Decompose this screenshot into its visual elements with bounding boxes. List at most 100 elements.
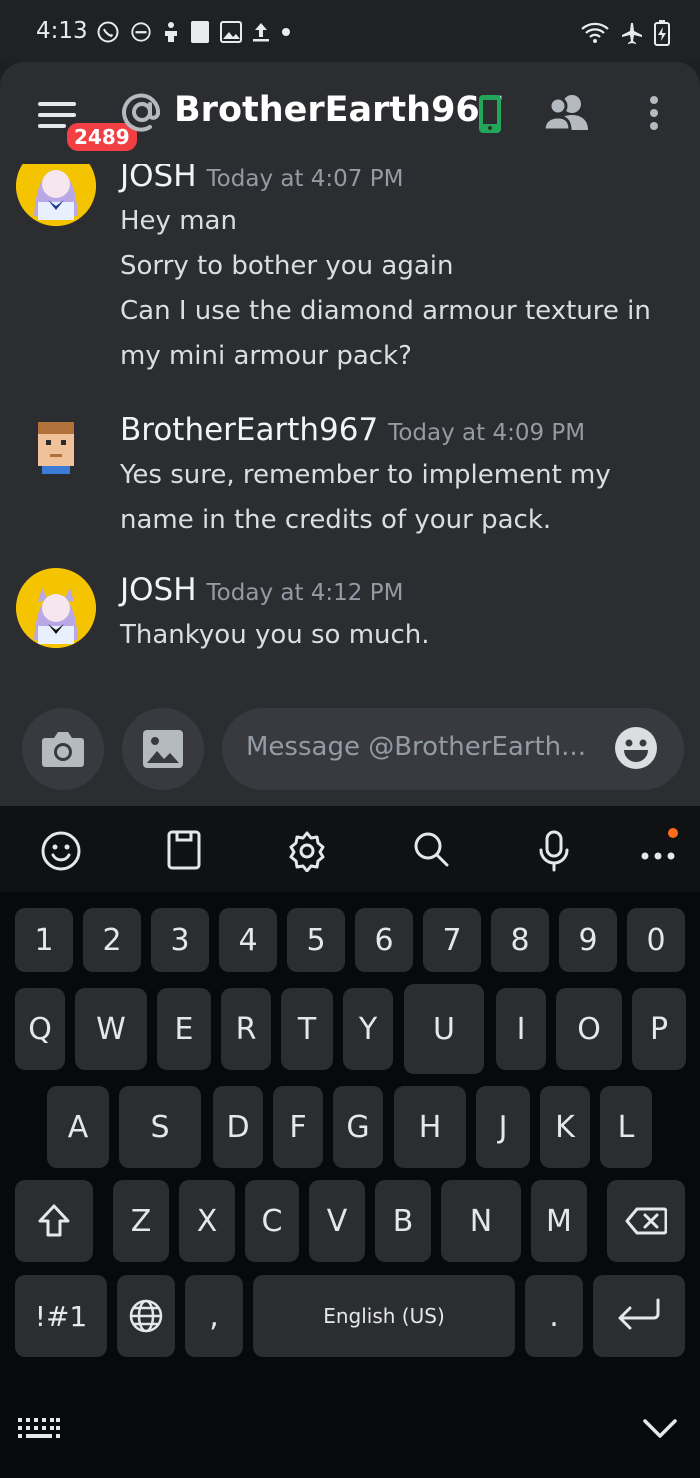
search-icon <box>414 832 449 867</box>
key-1[interactable]: 1 <box>15 908 73 972</box>
keyboard-grid-icon <box>18 1418 60 1438</box>
gallery-icon <box>220 21 242 43</box>
dnd-icon <box>131 22 151 42</box>
enter-arrow-icon <box>618 1298 660 1330</box>
avatar[interactable] <box>16 568 96 648</box>
message-line: Yes sure, remember to implement my <box>120 460 611 490</box>
key-z[interactable]: Z <box>113 1180 169 1262</box>
key-v[interactable]: V <box>309 1180 365 1262</box>
key-b[interactable]: B <box>375 1180 431 1262</box>
shift-key[interactable] <box>15 1180 93 1262</box>
message-line: Sorry to bother you again <box>120 251 454 281</box>
vertical-dots-icon <box>650 96 658 130</box>
status-bar: 4:13 <box>0 0 700 62</box>
key-0[interactable]: 0 <box>627 908 685 972</box>
image-icon <box>143 730 183 768</box>
key-j[interactable]: J <box>476 1086 530 1168</box>
key-8[interactable]: 8 <box>491 908 549 972</box>
key-q[interactable]: Q <box>15 988 65 1070</box>
message-author[interactable]: JOSH Today at 4:07 PM <box>120 164 403 194</box>
status-time: 4:13 <box>36 18 88 44</box>
keyboard-switch-button[interactable] <box>18 1418 60 1444</box>
status-system-icons <box>580 20 670 46</box>
message-composer: Message @BrotherEarth... <box>0 700 700 806</box>
avatar[interactable] <box>16 408 96 488</box>
key-t[interactable]: T <box>281 988 333 1070</box>
message-timestamp: Today at 4:12 PM <box>206 580 404 606</box>
backspace-key[interactable] <box>607 1180 685 1262</box>
key-3[interactable]: 3 <box>151 908 209 972</box>
key-e[interactable]: E <box>157 988 211 1070</box>
comma-key[interactable]: , <box>185 1275 243 1357</box>
keyboard-search-button[interactable] <box>412 830 450 872</box>
key-f[interactable]: F <box>273 1086 323 1168</box>
keyboard-more-button[interactable] <box>640 846 676 865</box>
key-c[interactable]: C <box>245 1180 299 1262</box>
key-g[interactable]: G <box>333 1086 383 1168</box>
smiley-icon <box>615 727 657 769</box>
key-l[interactable]: L <box>600 1086 652 1168</box>
key-n[interactable]: N <box>441 1180 521 1262</box>
message-line: Can I use the diamond armour texture in <box>120 296 651 326</box>
camera-button[interactable] <box>22 708 104 790</box>
shift-arrow-icon <box>38 1204 70 1237</box>
backspace-icon <box>625 1207 667 1235</box>
author-name[interactable]: JOSH <box>120 572 197 608</box>
avatar[interactable] <box>16 164 96 226</box>
enter-key[interactable] <box>593 1275 685 1357</box>
wifi-icon <box>581 22 609 43</box>
language-key[interactable] <box>117 1275 175 1357</box>
key-s[interactable]: S <box>119 1086 201 1168</box>
key-y[interactable]: Y <box>343 988 393 1070</box>
whatsapp-icon <box>97 21 119 43</box>
symbols-key[interactable]: !#1 <box>15 1275 107 1357</box>
hide-keyboard-button[interactable] <box>642 1418 678 1444</box>
key-r[interactable]: R <box>221 988 271 1070</box>
clipboard-icon <box>191 21 209 43</box>
more-notifications-dot-icon <box>282 28 290 36</box>
at-sign-icon <box>120 90 164 138</box>
key-d[interactable]: D <box>213 1086 263 1168</box>
emoji-button[interactable] <box>614 726 658 774</box>
keyboard-emoji-button[interactable] <box>40 830 82 876</box>
key-5[interactable]: 5 <box>287 908 345 972</box>
key-u[interactable]: U <box>404 984 484 1074</box>
gear-icon <box>289 831 325 873</box>
keyboard-clipboard-button[interactable] <box>166 830 202 874</box>
message-author[interactable]: JOSH Today at 4:12 PM <box>120 572 403 608</box>
period-key[interactable]: . <box>525 1275 583 1357</box>
chevron-down-icon <box>643 1419 677 1438</box>
gallery-button[interactable] <box>122 708 204 790</box>
key-o[interactable]: O <box>556 988 622 1070</box>
message-list[interactable]: JOSH Today at 4:07 PM Hey man Sorry to bo… <box>0 164 700 700</box>
key-i[interactable]: I <box>496 988 546 1070</box>
keyboard-toolbar <box>0 806 700 892</box>
status-notification-icons <box>96 20 292 44</box>
message-input-placeholder: Message @BrotherEarth... <box>246 732 586 762</box>
more-options-button[interactable] <box>648 96 660 134</box>
message-input[interactable]: Message @BrotherEarth... <box>222 708 684 790</box>
keyboard-settings-button[interactable] <box>286 830 328 876</box>
members-button[interactable] <box>542 94 590 136</box>
spacebar[interactable]: English (US) <box>253 1275 515 1357</box>
key-p[interactable]: P <box>632 988 686 1070</box>
key-h[interactable]: H <box>394 1086 466 1168</box>
key-w[interactable]: W <box>75 988 147 1070</box>
key-k[interactable]: K <box>540 1086 590 1168</box>
upload-icon <box>253 23 269 42</box>
key-9[interactable]: 9 <box>559 908 617 972</box>
message-line: my mini armour pack? <box>120 341 412 371</box>
accessibility-icon <box>165 22 177 42</box>
clipboard-icon <box>167 830 201 870</box>
key-7[interactable]: 7 <box>423 908 481 972</box>
key-a[interactable]: A <box>47 1086 109 1168</box>
author-name[interactable]: BrotherEarth967 <box>120 412 378 448</box>
key-2[interactable]: 2 <box>83 908 141 972</box>
keyboard-voice-button[interactable] <box>538 830 570 876</box>
message-author[interactable]: BrotherEarth967 Today at 4:09 PM <box>120 412 585 448</box>
key-x[interactable]: X <box>179 1180 235 1262</box>
author-name[interactable]: JOSH <box>120 164 197 194</box>
key-4[interactable]: 4 <box>219 908 277 972</box>
key-m[interactable]: M <box>531 1180 587 1262</box>
key-6[interactable]: 6 <box>355 908 413 972</box>
